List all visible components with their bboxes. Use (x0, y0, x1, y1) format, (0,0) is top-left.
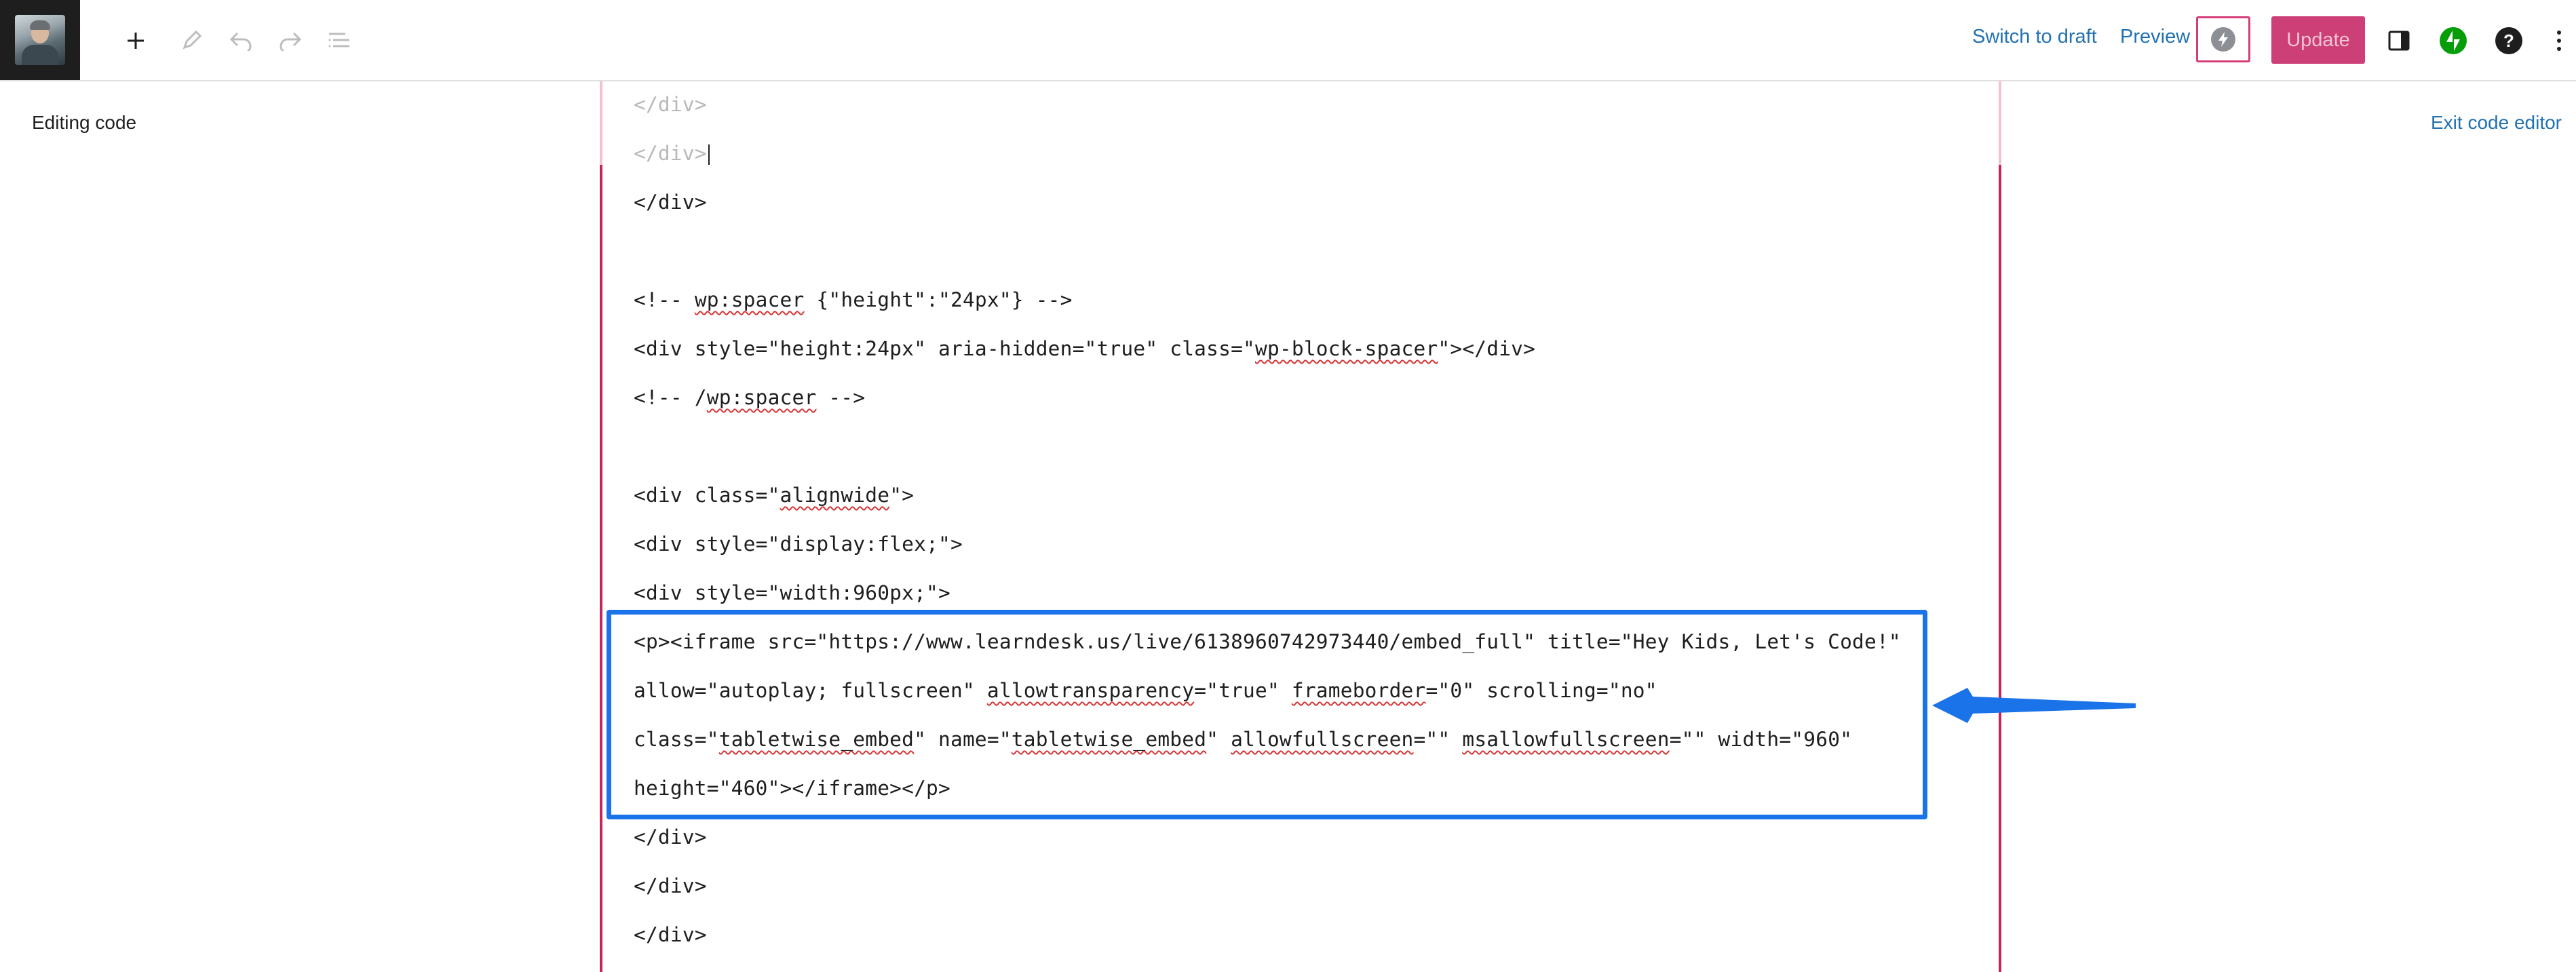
site-icon-button[interactable] (0, 0, 80, 80)
switch-to-draft-button[interactable]: Switch to draft (1972, 26, 2097, 48)
code-line: <div style="height:24px" aria-hidden="tr… (634, 337, 1536, 360)
editing-code-label: Editing code (32, 112, 137, 133)
bolt-icon (2211, 27, 2235, 52)
text-cursor (708, 144, 710, 165)
code-line: <!-- /wp:spacer --> (634, 386, 866, 409)
code-line: <div class="alignwide"> (634, 484, 915, 507)
code-line: <div style="width:960px;"> (634, 581, 950, 604)
code-line: </div> (634, 923, 707, 946)
edit-pen-icon[interactable] (171, 20, 212, 61)
preview-button[interactable]: Preview (2120, 26, 2190, 48)
code-line: <div style="display:flex;"> (634, 532, 963, 556)
avatar (15, 15, 65, 65)
svg-text:?: ? (2503, 31, 2514, 51)
undo-icon[interactable] (220, 20, 261, 61)
code-line: </div> (634, 142, 710, 165)
document-overview-icon[interactable] (320, 20, 360, 61)
code-editor-textarea[interactable] (600, 81, 2001, 972)
code-line: </div> (634, 93, 707, 116)
jetpack-boost-button[interactable] (2196, 16, 2250, 62)
help-icon[interactable]: ? (2488, 20, 2529, 61)
code-line: </div> (634, 191, 707, 214)
add-block-icon[interactable] (115, 20, 156, 61)
update-button[interactable]: Update (2271, 16, 2365, 64)
exit-code-editor-button[interactable]: Exit code editor (2431, 112, 2562, 134)
editor-top-toolbar: Switch to draft Preview Update ? (0, 0, 2576, 81)
iframe-embed-highlight (607, 610, 1927, 819)
jetpack-icon[interactable] (2433, 20, 2474, 61)
redo-icon[interactable] (270, 20, 311, 61)
code-line: </div> (634, 874, 707, 897)
options-kebab-icon[interactable] (2545, 20, 2573, 61)
arrow-pointer-icon (1925, 678, 2142, 736)
settings-sidebar-icon[interactable] (2379, 20, 2419, 61)
code-line: <!-- wp:spacer {"height":"24px"} --> (634, 288, 1073, 311)
code-line: </div> (634, 825, 707, 849)
